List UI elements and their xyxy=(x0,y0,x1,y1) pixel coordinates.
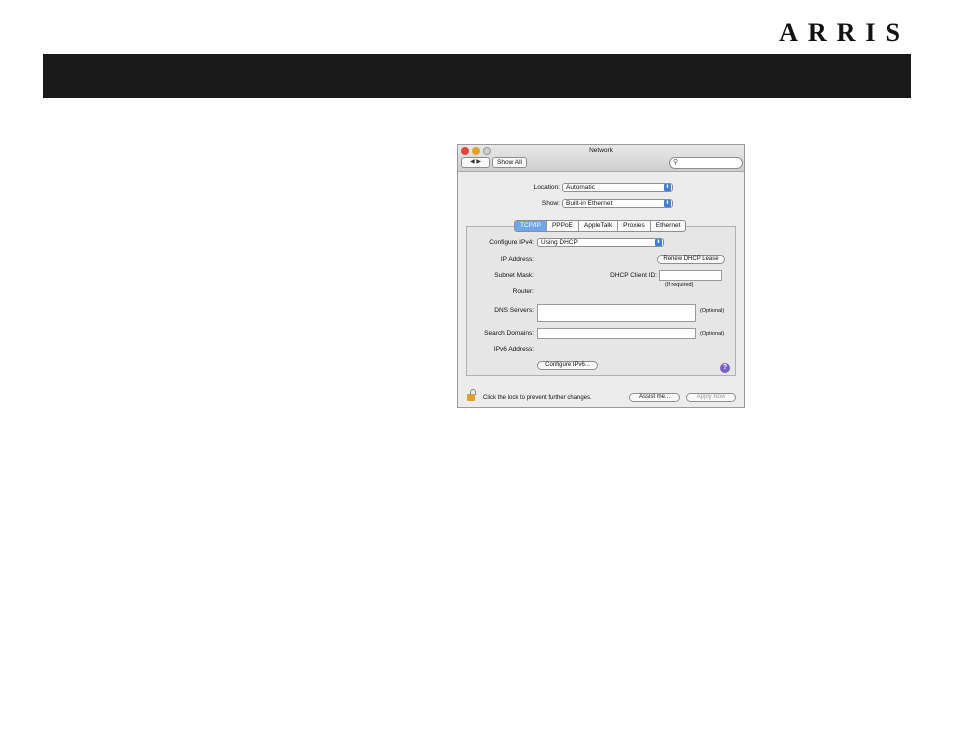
dhcp-client-id-label: DHCP Client ID: xyxy=(610,272,657,279)
tab-tcpip[interactable]: TCP/IP xyxy=(515,221,547,231)
popup-arrows-icon: ⬍ xyxy=(655,239,662,246)
show-label: Show: xyxy=(541,200,560,207)
tab-panel xyxy=(466,226,736,376)
renew-dhcp-lease-button[interactable]: Renew DHCP Lease xyxy=(657,255,725,264)
router-label: Router: xyxy=(512,288,534,295)
subnet-mask-label: Subnet Mask: xyxy=(494,272,534,279)
if-required-note: (If required) xyxy=(665,282,694,288)
tab-pppoe[interactable]: PPPoE xyxy=(547,221,579,231)
location-label: Location: xyxy=(533,184,560,191)
dns-servers-label: DNS Servers: xyxy=(494,307,534,314)
configure-ipv6-button[interactable]: Configure IPv6... xyxy=(537,361,598,370)
lock-icon[interactable] xyxy=(467,389,476,401)
configure-ipv4-value: Using DHCP xyxy=(541,239,578,246)
show-value: Built-in Ethernet xyxy=(566,200,613,207)
ip-address-label: IP Address: xyxy=(500,256,534,263)
search-domains-label: Search Domains: xyxy=(484,330,534,337)
lock-message: Click the lock to prevent further change… xyxy=(483,395,592,401)
dns-servers-field[interactable] xyxy=(537,304,696,322)
search-optional-note: (Optional) xyxy=(700,331,725,337)
show-all-button[interactable]: Show All xyxy=(492,157,527,168)
dhcp-client-id-field[interactable] xyxy=(659,270,722,281)
location-popup[interactable]: Automatic ⬍ xyxy=(562,183,673,192)
network-preferences-window: Network ◀ ▶ Show All ⚲ Location: Automat… xyxy=(457,144,745,408)
tab-ethernet[interactable]: Ethernet xyxy=(651,221,686,231)
header-banner xyxy=(43,54,911,98)
dns-optional-note: (Optional) xyxy=(700,308,725,314)
popup-arrows-icon: ⬍ xyxy=(664,200,671,207)
configure-ipv4-label: Configure IPv4: xyxy=(489,239,534,246)
window-title: Network xyxy=(589,147,613,154)
apply-now-button[interactable]: Apply Now xyxy=(686,393,736,402)
search-field[interactable]: ⚲ xyxy=(669,157,743,169)
assist-me-button[interactable]: Assist me... xyxy=(629,393,680,402)
search-domains-field[interactable] xyxy=(537,328,696,339)
lock-body xyxy=(467,394,475,401)
configure-ipv4-popup[interactable]: Using DHCP ⬍ xyxy=(537,238,664,247)
arris-logo: ARRIS xyxy=(779,18,910,47)
back-forward-buttons[interactable]: ◀ ▶ xyxy=(461,157,490,168)
help-icon[interactable]: ? xyxy=(720,363,730,373)
tab-bar: TCP/IP PPPoE AppleTalk Proxies Ethernet xyxy=(514,220,687,232)
show-popup[interactable]: Built-in Ethernet ⬍ xyxy=(562,199,673,208)
popup-arrows-icon: ⬍ xyxy=(664,184,671,191)
search-icon: ⚲ xyxy=(673,159,679,166)
location-value: Automatic xyxy=(566,184,595,191)
title-bar: Network ◀ ▶ Show All ⚲ xyxy=(458,145,744,172)
ipv6-address-label: IPv6 Address: xyxy=(493,346,534,353)
tab-appletalk[interactable]: AppleTalk xyxy=(579,221,619,231)
tab-proxies[interactable]: Proxies xyxy=(618,221,651,231)
